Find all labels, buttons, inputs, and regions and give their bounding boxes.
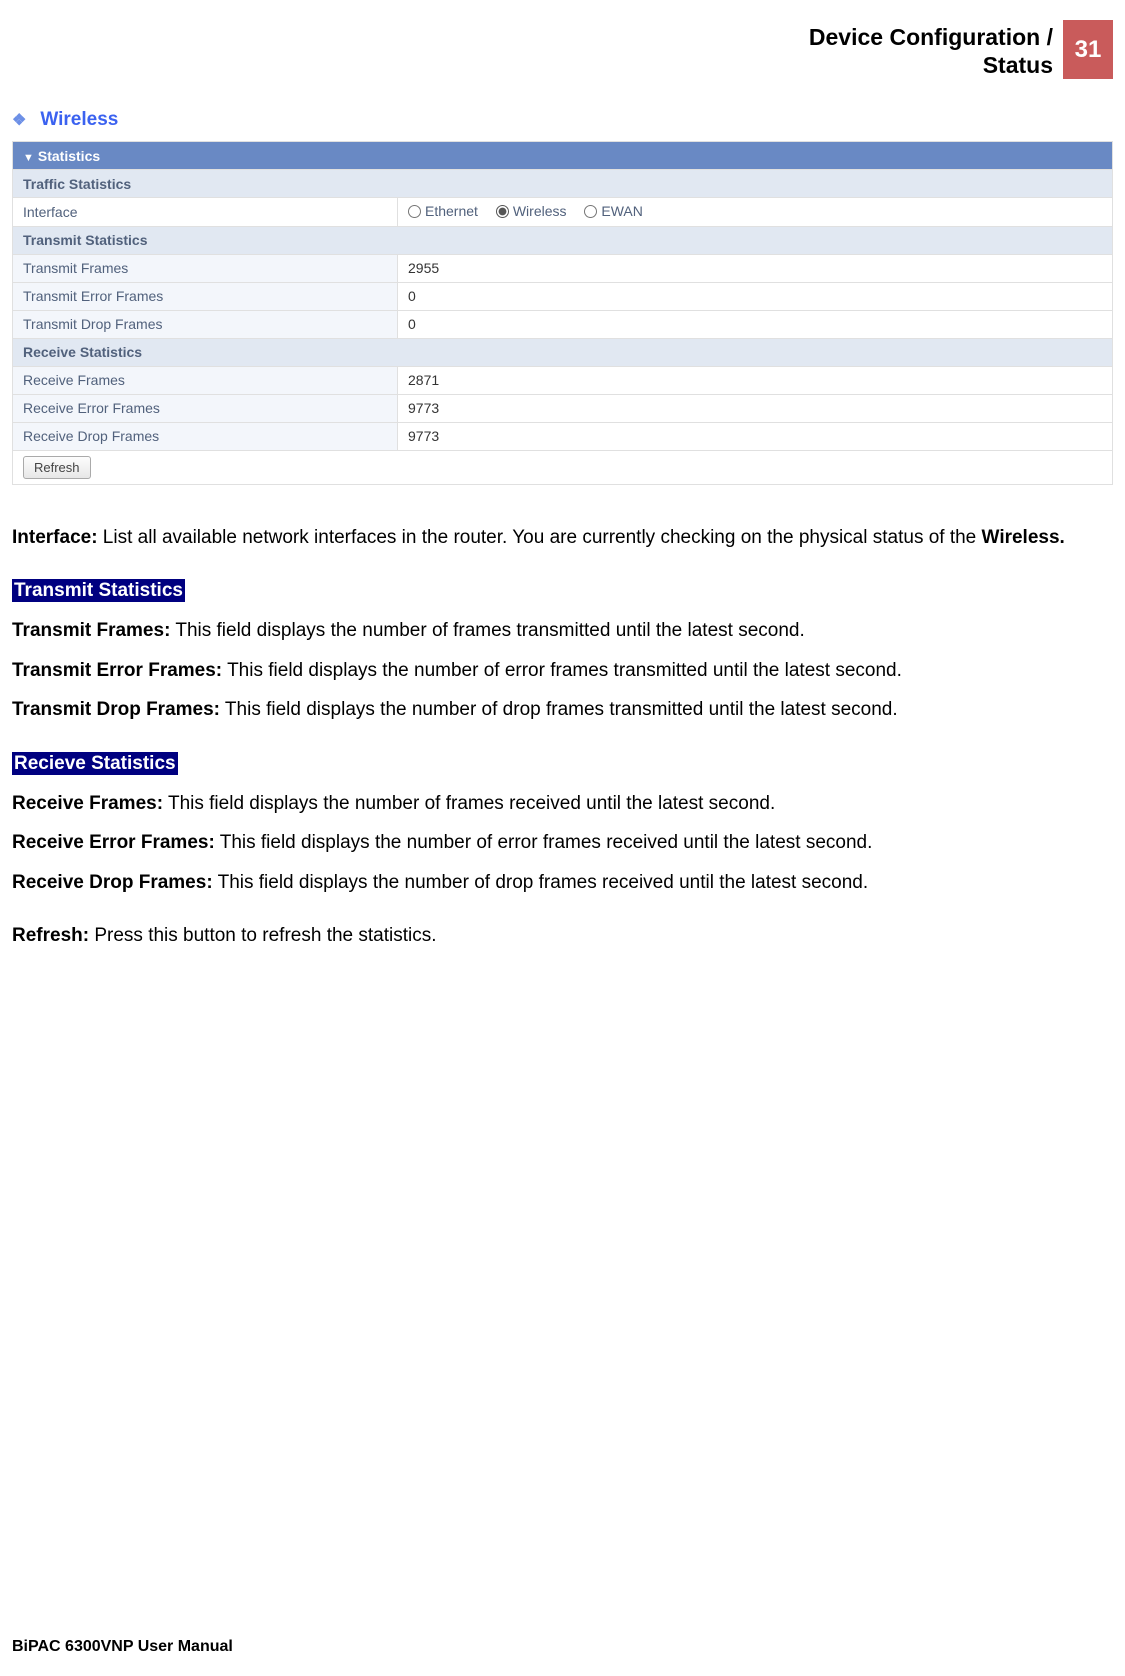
receive-error-desc: Receive Error Frames: This field display… xyxy=(12,830,1113,856)
interface-description: Interface: List all available network in… xyxy=(12,525,1113,551)
interface-options: Ethernet Wireless EWAN xyxy=(398,198,1113,227)
header-title-line2: Status xyxy=(983,52,1053,78)
tx-error-value: 0 xyxy=(398,282,1113,310)
section-title-text: Wireless xyxy=(40,109,118,131)
traffic-statistics-header: Traffic Statistics xyxy=(13,170,1113,198)
rx-drop-label: Receive Drop Frames xyxy=(13,422,398,450)
page-header: Device Configuration / Status 31 xyxy=(12,20,1113,79)
rx-error-value: 9773 xyxy=(398,394,1113,422)
transmit-frames-desc: Transmit Frames: This field displays the… xyxy=(12,618,1113,644)
section-title: ❖ Wireless xyxy=(12,109,1113,131)
table-row: Receive Frames2871 xyxy=(13,366,1113,394)
tx-error-label: Transmit Error Frames xyxy=(13,282,398,310)
interface-label: Interface xyxy=(13,198,398,227)
rx-drop-value: 9773 xyxy=(398,422,1113,450)
receive-statistics-header: Receive Statistics xyxy=(13,338,1113,366)
header-title-line1: Device Configuration / xyxy=(809,24,1053,50)
tx-drop-value: 0 xyxy=(398,310,1113,338)
tx-frames-label: Transmit Frames xyxy=(13,254,398,282)
table-row: Transmit Error Frames0 xyxy=(13,282,1113,310)
rx-frames-value: 2871 xyxy=(398,366,1113,394)
tx-frames-value: 2955 xyxy=(398,254,1113,282)
radio-ewan[interactable] xyxy=(584,205,597,218)
diamond-bullet-icon: ❖ xyxy=(12,110,26,130)
transmit-error-desc: Transmit Error Frames: This field displa… xyxy=(12,658,1113,684)
receive-drop-desc: Receive Drop Frames: This field displays… xyxy=(12,870,1113,896)
statistics-panel: ▼Statistics Traffic Statistics Interface… xyxy=(12,141,1113,485)
page-number-badge: 31 xyxy=(1063,20,1113,79)
rx-frames-label: Receive Frames xyxy=(13,366,398,394)
interface-radio-wireless[interactable]: Wireless xyxy=(496,203,567,219)
transmit-statistics-heading: Transmit Statistics xyxy=(12,578,1113,604)
refresh-button[interactable]: Refresh xyxy=(23,456,91,479)
radio-ethernet[interactable] xyxy=(408,205,421,218)
receive-statistics-heading: Recieve Statistics xyxy=(12,751,1113,777)
interface-radio-ewan[interactable]: EWAN xyxy=(584,203,642,219)
transmit-drop-desc: Transmit Drop Frames: This field display… xyxy=(12,697,1113,723)
table-row: Receive Drop Frames9773 xyxy=(13,422,1113,450)
radio-wireless[interactable] xyxy=(496,205,509,218)
statistics-header: ▼Statistics xyxy=(13,142,1113,170)
rx-error-label: Receive Error Frames xyxy=(13,394,398,422)
table-row: Receive Error Frames9773 xyxy=(13,394,1113,422)
interface-radio-ethernet[interactable]: Ethernet xyxy=(408,203,478,219)
table-row: Transmit Drop Frames0 xyxy=(13,310,1113,338)
chevron-down-icon: ▼ xyxy=(23,152,34,164)
refresh-row: Refresh xyxy=(13,450,1113,484)
table-row: Transmit Frames2955 xyxy=(13,254,1113,282)
refresh-description: Refresh: Press this button to refresh th… xyxy=(12,923,1113,949)
footer-text: BiPAC 6300VNP User Manual xyxy=(12,1638,233,1656)
header-title: Device Configuration / Status xyxy=(809,20,1053,79)
tx-drop-label: Transmit Drop Frames xyxy=(13,310,398,338)
transmit-statistics-header: Transmit Statistics xyxy=(13,226,1113,254)
receive-frames-desc: Receive Frames: This field displays the … xyxy=(12,791,1113,817)
